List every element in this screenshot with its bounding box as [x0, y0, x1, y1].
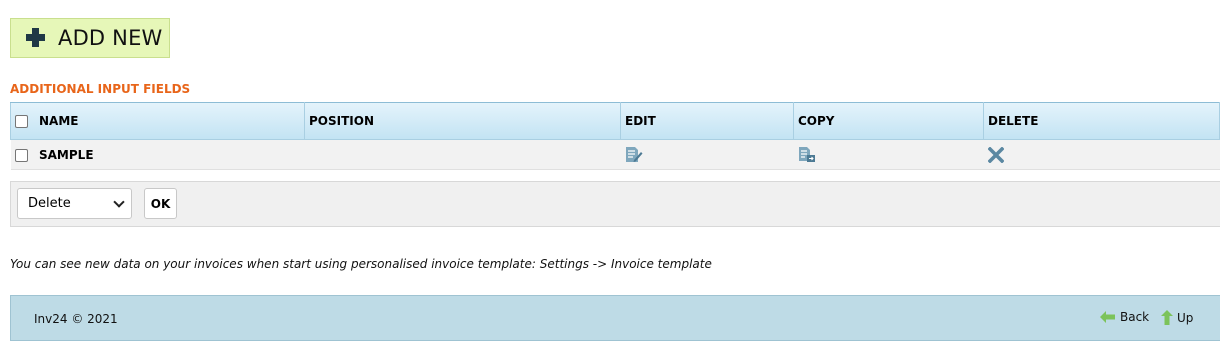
column-header-position[interactable]: POSITION	[304, 102, 621, 140]
back-label: Back	[1120, 310, 1150, 324]
back-arrow-icon	[1100, 311, 1115, 323]
chevron-down-icon	[113, 196, 125, 208]
column-header-copy: COPY	[793, 102, 984, 140]
footer: Inv24 © 2021 Back Up	[10, 295, 1220, 341]
select-all-checkbox[interactable]	[15, 115, 28, 128]
delete-icon[interactable]	[986, 145, 1005, 164]
bulk-action-selected: Delete	[28, 196, 71, 211]
row-edit-cell	[620, 139, 794, 170]
ok-button[interactable]: OK	[144, 188, 177, 219]
info-text: You can see new data on your invoices wh…	[10, 257, 712, 271]
row-name: SAMPLE	[35, 139, 305, 170]
row-position	[304, 139, 621, 170]
bulk-action-select[interactable]: Delete	[17, 188, 132, 219]
up-arrow-icon	[1161, 310, 1173, 325]
copyright-text: Inv24 © 2021	[34, 312, 118, 326]
column-header-delete: DELETE	[983, 102, 1220, 140]
bulk-action-bar: Delete OK	[10, 181, 1220, 227]
column-header-edit: EDIT	[620, 102, 794, 140]
row-copy-cell	[793, 139, 984, 170]
table-row: SAMPLE	[10, 139, 1220, 170]
row-delete-cell	[983, 139, 1220, 170]
edit-icon[interactable]	[625, 146, 643, 163]
up-label: Up	[1177, 311, 1194, 325]
fields-table: NAME POSITION EDIT COPY DELETE SAMPLE	[10, 102, 1220, 170]
table-header-row: NAME POSITION EDIT COPY DELETE	[10, 102, 1220, 140]
column-header-name[interactable]: NAME	[35, 102, 305, 140]
select-all-cell	[10, 102, 35, 140]
up-link[interactable]: Up	[1161, 310, 1193, 326]
row-select-cell	[10, 139, 35, 170]
copy-icon[interactable]	[798, 146, 816, 163]
back-link[interactable]: Back	[1100, 310, 1149, 324]
row-checkbox[interactable]	[14, 148, 28, 162]
plus-icon	[26, 28, 45, 47]
add-new-button[interactable]: ADD NEW	[10, 18, 170, 58]
section-title: ADDITIONAL INPUT FIELDS	[10, 82, 191, 96]
add-new-label: ADD NEW	[58, 26, 163, 50]
